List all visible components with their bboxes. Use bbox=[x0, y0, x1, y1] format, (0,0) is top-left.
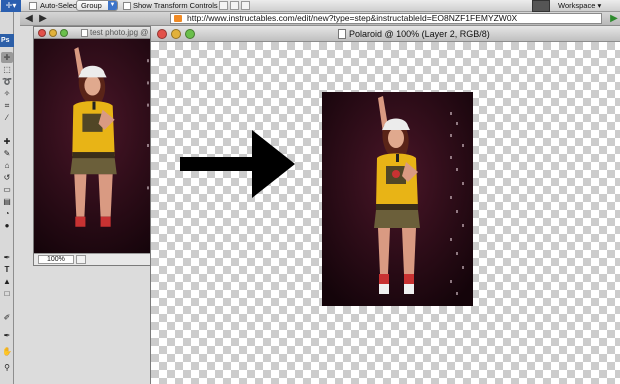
zoom-level-field[interactable]: 100% bbox=[38, 255, 74, 264]
zoom-button[interactable] bbox=[185, 29, 195, 39]
status-menu-button[interactable] bbox=[76, 255, 86, 264]
auto-select-checkbox[interactable] bbox=[29, 2, 37, 10]
photoshop-logo-icon[interactable]: Ps bbox=[0, 34, 14, 47]
notes-tool-icon[interactable]: ✐ bbox=[1, 312, 13, 323]
options-bar: ✛▾ Auto-Select: Group ▼ Show Transform C… bbox=[0, 0, 620, 12]
minimize-button[interactable] bbox=[49, 29, 57, 37]
hand-tool-icon[interactable]: ✋ bbox=[1, 346, 13, 357]
performer-photo bbox=[34, 39, 152, 255]
browser-toolbar: ◀ ▶ http://www.instructables.com/edit/ne… bbox=[20, 12, 620, 26]
test-photo-canvas[interactable] bbox=[34, 39, 152, 255]
history-brush-tool-icon[interactable]: ↺ bbox=[1, 172, 13, 183]
gradient-tool-icon[interactable]: ▤ bbox=[1, 196, 13, 207]
close-button[interactable] bbox=[157, 29, 167, 39]
status-bar: 100% bbox=[34, 253, 152, 265]
path-select-tool-icon[interactable]: ▲ bbox=[1, 276, 13, 287]
type-tool-icon[interactable]: T bbox=[1, 264, 13, 275]
zoom-button[interactable] bbox=[60, 29, 68, 37]
blur-tool-icon[interactable]: ◔ bbox=[1, 208, 13, 219]
align-top-button[interactable] bbox=[219, 1, 228, 10]
back-icon[interactable]: ◀ bbox=[22, 13, 36, 24]
zoom-tool-icon[interactable]: ⚲ bbox=[1, 362, 13, 373]
pasted-photo-layer[interactable] bbox=[322, 92, 473, 306]
forward-icon[interactable]: ▶ bbox=[36, 13, 50, 24]
brush-tool-icon[interactable]: ✎ bbox=[1, 148, 13, 159]
minimize-button[interactable] bbox=[171, 29, 181, 39]
right-arrow-icon bbox=[180, 130, 295, 198]
polaroid-window[interactable]: Polaroid @ 100% (Layer 2, RGB/8) bbox=[150, 26, 620, 384]
lasso-tool-icon[interactable]: ➰ bbox=[1, 76, 13, 87]
eyedropper-tool-icon[interactable]: ✒ bbox=[1, 330, 13, 341]
workspace-menu[interactable]: Workspace ▾ bbox=[558, 1, 601, 11]
dodge-tool-icon[interactable]: ● bbox=[1, 220, 13, 231]
chevron-down-icon: ▼ bbox=[108, 1, 117, 10]
move-tool-icon[interactable]: ✛ bbox=[1, 52, 13, 63]
url-text: http://www.instructables.com/edit/new?ty… bbox=[187, 13, 518, 23]
auto-select-dropdown[interactable]: Group ▼ bbox=[76, 0, 118, 11]
polaroid-title: Polaroid @ 100% (Layer 2, RGB/8) bbox=[349, 29, 490, 39]
performer-photo bbox=[322, 92, 473, 306]
show-transform-label: Show Transform Controls bbox=[133, 1, 218, 10]
test-photo-titlebar[interactable]: test photo.jpg @ bbox=[34, 27, 152, 39]
polaroid-titlebar[interactable]: Polaroid @ 100% (Layer 2, RGB/8) bbox=[151, 26, 620, 42]
document-icon bbox=[338, 29, 346, 39]
shape-tool-icon[interactable]: □ bbox=[1, 288, 13, 299]
test-photo-title: test photo.jpg @ bbox=[90, 28, 149, 37]
site-favicon-icon bbox=[174, 15, 182, 22]
magic-wand-tool-icon[interactable]: ✧ bbox=[1, 88, 13, 99]
document-icon bbox=[81, 29, 88, 37]
workspace-icon[interactable] bbox=[532, 0, 550, 12]
slice-tool-icon[interactable]: ∕ bbox=[1, 112, 13, 123]
tools-palette: Ps ✛ ⬚ ➰ ✧ ⌗ ∕ ✚ ✎ ⌂ ↺ ▭ ▤ ◔ ● ✒ T ▲ □ ✐… bbox=[0, 12, 14, 384]
tool-preset-picker[interactable]: ✛▾ bbox=[1, 0, 21, 12]
align-bottom-button[interactable] bbox=[241, 1, 250, 10]
auto-select-label: Auto-Select: bbox=[40, 1, 81, 10]
crop-tool-icon[interactable]: ⌗ bbox=[1, 100, 13, 111]
auto-select-value: Group bbox=[81, 1, 102, 10]
close-button[interactable] bbox=[38, 29, 46, 37]
test-photo-window[interactable]: test photo.jpg @ 100% bbox=[33, 26, 153, 266]
eraser-tool-icon[interactable]: ▭ bbox=[1, 184, 13, 195]
address-bar[interactable]: http://www.instructables.com/edit/new?ty… bbox=[170, 13, 602, 24]
pen-tool-icon[interactable]: ✒ bbox=[1, 252, 13, 263]
healing-tool-icon[interactable]: ✚ bbox=[1, 136, 13, 147]
align-middle-button[interactable] bbox=[230, 1, 239, 10]
stamp-tool-icon[interactable]: ⌂ bbox=[1, 160, 13, 171]
go-arrow-icon[interactable]: ▶ bbox=[608, 13, 620, 24]
show-transform-checkbox[interactable] bbox=[123, 2, 131, 10]
marquee-tool-icon[interactable]: ⬚ bbox=[1, 64, 13, 75]
